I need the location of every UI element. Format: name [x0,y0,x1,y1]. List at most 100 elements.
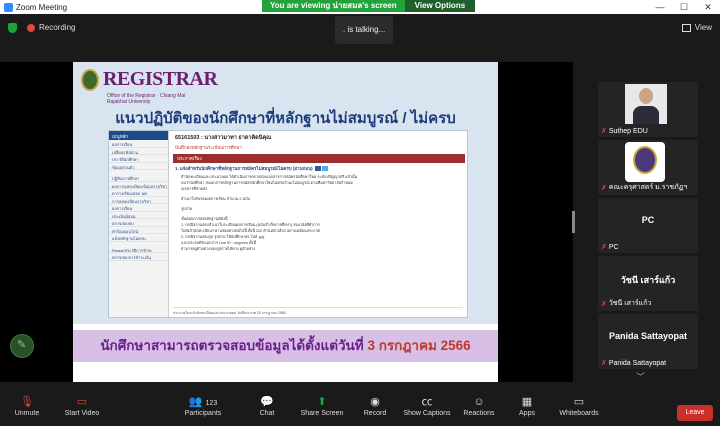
web-sidebar-item[interactable]: ผลการเรียน [109,204,168,212]
participant-name-row: ✗ PC [601,243,697,252]
share-screen-button[interactable]: ⬆ Share Screen [300,392,344,426]
recording-indicator[interactable]: Recording [27,23,75,32]
web-sidebar-item[interactable]: ประเมินผู้สอน [109,212,168,219]
participant-name-row: ✗ วัชนี เสาร์แก้ว [601,298,697,309]
start-video-button[interactable]: ▭ Start Video [62,392,102,426]
announcement-bar: ประกาศเรื่อง [173,154,465,163]
participant-name: วัชนี เสาร์แก้ว [608,300,652,307]
participant-count: 123 [205,400,218,407]
mic-muted-icon: ✗ [601,300,607,308]
web-main: 65161503 : นางสาวมาทา ธาดาคิดนิคุณ บันทึ… [171,131,467,317]
maximize-button[interactable]: ☐ [672,0,696,14]
participant-name: Panida Sattayopat [608,359,667,367]
record-label: Record [363,410,387,417]
registrar-webpage: เมนูหลัก ผลการเรียน เปลี่ยนรหัสผ่าน ประว… [108,130,468,318]
web-sidebar-item[interactable]: ข้อมูลส่วนตัว [109,163,168,170]
participant-tile[interactable]: PC ✗ PC [598,198,698,253]
recording-label: Recording [39,23,76,32]
web-sidebar-item[interactable]: ตรวจสอบการชำระเงิน [109,253,168,261]
zoom-logo-icon [4,2,13,12]
web-sidebar-item[interactable]: ปฏิทินการศึกษา [109,174,168,182]
web-sidebar-item[interactable]: การลงทะเบียนรายวิชา [109,197,168,204]
web-sidebar-item[interactable]: เปลี่ยนรหัสผ่าน [109,148,168,155]
record-button[interactable]: ◉ Record [362,392,388,426]
participant-tile[interactable]: วัชนี เสาร์แก้ว ✗ วัชนี เสาร์แก้ว [598,256,698,311]
logo-subtext: Office of the Registrar · Chiang Mai Raj… [107,93,186,105]
share-banner: You are viewing น่ายสมล's screen View Op… [262,0,476,12]
unmute-label: Unmute [14,410,40,417]
apps-button[interactable]: ▦ Apps [516,392,538,426]
chat-button[interactable]: 💬 Chat [255,392,279,426]
web-sidebar-header: เมนูหลัก [109,131,168,140]
university-seal-icon [81,68,99,91]
gallery-down-icon[interactable]: ﹀ [636,370,645,383]
window-title: Zoom Meeting [16,2,68,12]
facebook-icon[interactable] [314,166,321,172]
video-off-icon: ▭ [76,396,88,408]
web-sidebar-item[interactable]: Regist/ประวัติการชำระ [109,246,168,253]
web-sidebar-item[interactable]: ตารางเรียน/สอบ นศ. [109,189,168,197]
share-screen-icon: ⬆ [317,396,327,408]
window-controls: — ☐ ✕ [648,0,720,14]
apps-icon: ▦ [521,396,533,408]
notice-area: นักศึกษาสามารถตรวจสอบข้อมูลได้ตั้งแต่วัน… [73,324,498,382]
web-sidebar-item[interactable]: ตรวจสอบจบ [109,219,168,227]
view-label: View [694,23,712,32]
web-sidebar-item[interactable]: คำร้องออนไลน์ [109,227,168,234]
view-button[interactable]: View [681,23,712,32]
student-id: 65161503 : นางสาวมาทา ธาดาคิดนิคุณ [175,135,272,141]
apps-label: Apps [519,410,535,417]
reactions-icon: ☺ [473,396,485,408]
faculty-emblem-icon [633,146,657,174]
record-icon: ◉ [370,396,380,408]
chat-label: Chat [259,410,275,417]
notice-date: 3 กรกฎาคม 2566 [367,338,471,353]
web-sidebar-item[interactable]: ผลการเรียน [109,140,168,148]
announcement-headline[interactable]: 1. แจ้งสำหรับนักศึกษาที่หลักฐานการสมัครไ… [171,163,467,174]
participants-label: Participants [184,410,222,417]
mic-muted-icon: ✗ [601,244,607,251]
twitter-icon[interactable] [321,166,328,172]
participant-display-name: วัชนี เสาร์แก้ว [620,275,676,285]
web-sidebar-item[interactable]: ผลการลงทะเบียน/ข้อมูลรายวิชา [109,182,168,189]
participant-name-row: ✗ Suthep EDU [601,127,697,136]
mic-off-icon: 🎙 [20,396,34,408]
security-shield-icon[interactable] [8,23,17,33]
participant-photo [625,142,665,182]
whiteboard-icon: ▭ [573,396,585,408]
participant-name: Suthep EDU [608,127,648,135]
web-sidebar-item[interactable]: ประวัตินักศึกษา [109,155,168,163]
whiteboards-button[interactable]: ▭ Whiteboards [558,392,600,426]
participant-tile[interactable]: Panida Sattayopat ✗ Panida Sattayopat [598,314,698,369]
minimize-button[interactable]: — [648,0,672,14]
participant-name: คณะครุศาสตร์ ม.ราชภัฏฯ [608,184,688,191]
meeting-toolbar: 🎙 Unmute ▭ Start Video 👥 123 Participant… [0,392,720,426]
talking-indicator: . is talking... [335,16,394,44]
presentation-slide: REGISTRAR Office of the Registrar · Chia… [73,62,498,382]
mic-muted-icon: ✗ [601,360,607,367]
participant-tile[interactable]: ✗ คณะครุศาสตร์ ม.ราชภัฏฯ [598,140,698,195]
web-sidebar-item[interactable]: แจ้งหลักฐานไม่ครบ [109,234,168,242]
record-dot-icon [27,23,35,32]
mic-muted-icon: ✗ [601,128,607,135]
view-options-button[interactable]: View Options [404,0,476,12]
announcement-line: สามารถดูตัวอย่างของรูปถ่ายได้ทาง ดูตัวอย… [181,247,256,251]
whiteboards-label: Whiteboards [559,410,599,417]
reactions-button[interactable]: ☺ Reactions [463,392,495,426]
leave-button[interactable]: Leave [677,405,713,421]
chat-icon: 💬 [260,396,274,408]
participant-tile[interactable]: ✗ Suthep EDU [598,82,698,137]
participant-name: PC [608,243,619,251]
grid-icon [681,23,691,32]
viewing-label: You are viewing น่ายสมล's screen [262,0,405,12]
headline-text[interactable]: 1. แจ้งสำหรับนักศึกษาที่หลักฐานการสมัครไ… [175,166,313,171]
unmute-button[interactable]: 🎙 Unmute [10,392,44,426]
panel-resize-handle[interactable] [572,211,575,233]
web-sidebar: เมนูหลัก ผลการเรียน เปลี่ยนรหัสผ่าน ประว… [109,131,169,317]
annotate-button[interactable] [10,334,34,358]
show-captions-button[interactable]: ㏄ Show Captions [403,392,451,426]
close-button[interactable]: ✕ [696,0,720,14]
participant-name-row: ✗ คณะครุศาสตร์ ม.ราชภัฏฯ [601,182,697,193]
captions-icon: ㏄ [421,396,433,408]
participants-button[interactable]: 👥 123 Participants [180,392,226,426]
